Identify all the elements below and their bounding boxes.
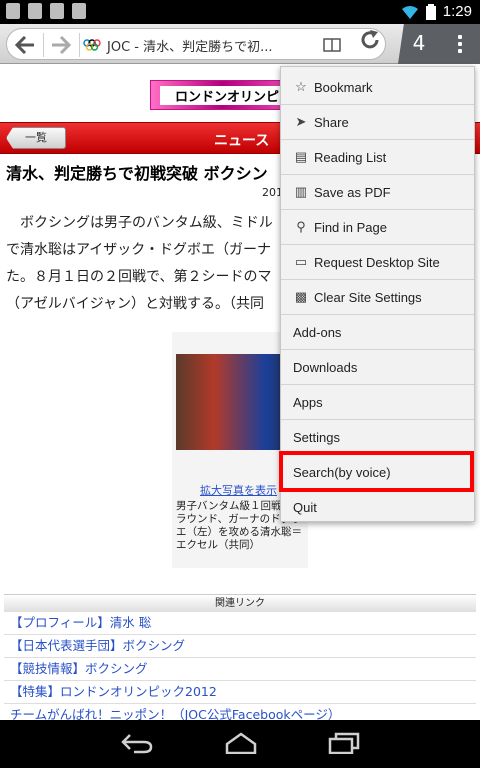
reader-mode-icon[interactable] bbox=[323, 38, 341, 52]
navigation-bar bbox=[0, 720, 480, 768]
back-arrow-icon bbox=[15, 36, 34, 54]
menu-item-label: Save as PDF bbox=[314, 184, 391, 200]
menu-item-label: Downloads bbox=[293, 359, 358, 375]
search-icon: ⚲ bbox=[296, 219, 306, 234]
clock: 1:29 bbox=[442, 3, 472, 20]
battery-icon bbox=[425, 3, 436, 20]
menu-item-clear-site-settings[interactable]: ▩ Clear Site Settings bbox=[281, 280, 474, 315]
menu-item-label: Settings bbox=[293, 429, 340, 445]
menu-item-add-ons[interactable]: Add-ons bbox=[281, 315, 474, 350]
menu-dot bbox=[458, 42, 462, 46]
checkbox-icon bbox=[28, 3, 42, 19]
star-icon: ☆ bbox=[295, 79, 307, 94]
status-bar: 1:29 bbox=[0, 0, 480, 24]
divider bbox=[79, 33, 80, 57]
trash-icon: ▩ bbox=[294, 289, 308, 304]
tab-count: 4 bbox=[412, 31, 426, 55]
menu-item-request-desktop-site[interactable]: ▭ Request Desktop Site bbox=[281, 245, 474, 280]
related-links-list: 【プロフィール】清水 聡 【日本代表選手団】ボクシング 【競技情報】ボクシング … bbox=[4, 612, 476, 727]
menu-item-reading-list[interactable]: ▤ Reading List bbox=[281, 140, 474, 175]
menu-button[interactable] bbox=[440, 24, 480, 64]
menu-item-downloads[interactable]: Downloads bbox=[281, 350, 474, 385]
menu-item-apps[interactable]: Apps bbox=[281, 385, 474, 420]
related-link[interactable]: 【プロフィール】清水 聡 bbox=[4, 612, 476, 635]
related-links-heading: 関連リンク bbox=[4, 594, 476, 612]
menu-item-save-as-pdf[interactable]: ▥ Save as PDF bbox=[281, 175, 474, 210]
menu-item-bookmark[interactable]: ☆ Bookmark bbox=[281, 70, 474, 105]
menu-item-label: Share bbox=[314, 114, 349, 130]
image-icon bbox=[6, 3, 20, 19]
menu-dot bbox=[458, 35, 462, 39]
recent-apps-nav-icon[interactable] bbox=[328, 732, 360, 754]
menu-item-label: Request Desktop Site bbox=[314, 254, 440, 270]
menu-item-settings[interactable]: Settings bbox=[281, 420, 474, 455]
menu-item-quit[interactable]: Quit bbox=[281, 490, 474, 525]
article-headline: 清水、判定勝ちで初戦突破 ボクシン bbox=[6, 164, 268, 183]
pdf-icon: ▥ bbox=[294, 184, 308, 199]
menu-dot bbox=[458, 49, 462, 53]
share-icon: ➤ bbox=[295, 114, 307, 129]
menu-item-label: Bookmark bbox=[314, 79, 373, 95]
list-button[interactable]: 一覧 bbox=[6, 127, 66, 149]
checkbox-icon bbox=[50, 3, 64, 19]
back-button[interactable] bbox=[9, 31, 41, 59]
home-nav-icon[interactable] bbox=[224, 732, 258, 754]
enlarge-photo-link[interactable]: 拡大写真を表示 bbox=[200, 482, 277, 498]
menu-item-label: Add-ons bbox=[293, 324, 342, 340]
menu-item-label: Quit bbox=[293, 499, 317, 515]
related-link[interactable]: 【特集】ロンドンオリンピック2012 bbox=[4, 681, 476, 704]
menu-item-share[interactable]: ➤ Share bbox=[281, 105, 474, 140]
monitor-icon: ▭ bbox=[294, 254, 308, 269]
reload-button[interactable] bbox=[354, 28, 386, 60]
android-icon bbox=[72, 3, 86, 19]
menu-item-find-in-page[interactable]: ⚲ Find in Page bbox=[281, 210, 474, 245]
menu-item-label: Reading List bbox=[314, 149, 387, 165]
forward-arrow-icon bbox=[52, 36, 71, 54]
menu-item-label: Clear Site Settings bbox=[314, 289, 422, 305]
menu-item-label: Apps bbox=[293, 394, 323, 410]
tab-count-button[interactable]: 4 bbox=[398, 24, 440, 64]
menu-item-label: Find in Page bbox=[314, 219, 387, 235]
section-label: ニュース bbox=[214, 133, 270, 149]
page-title: JOC - 清水、判定勝ちで初... bbox=[107, 40, 273, 55]
highlight-box bbox=[279, 451, 474, 492]
forward-button[interactable] bbox=[45, 31, 77, 59]
olympic-rings-icon bbox=[83, 39, 101, 51]
reload-icon bbox=[361, 30, 379, 49]
wifi-icon bbox=[401, 5, 418, 19]
related-link[interactable]: 【日本代表選手団】ボクシング bbox=[4, 635, 476, 658]
browser-toolbar: JOC - 清水、判定勝ちで初... 4 bbox=[0, 24, 480, 64]
address-bar[interactable]: JOC - 清水、判定勝ちで初... bbox=[6, 28, 386, 60]
divider bbox=[43, 33, 44, 57]
related-link[interactable]: 【競技情報】ボクシング bbox=[4, 658, 476, 681]
book-icon: ▤ bbox=[294, 149, 308, 164]
back-nav-icon[interactable] bbox=[120, 732, 154, 754]
